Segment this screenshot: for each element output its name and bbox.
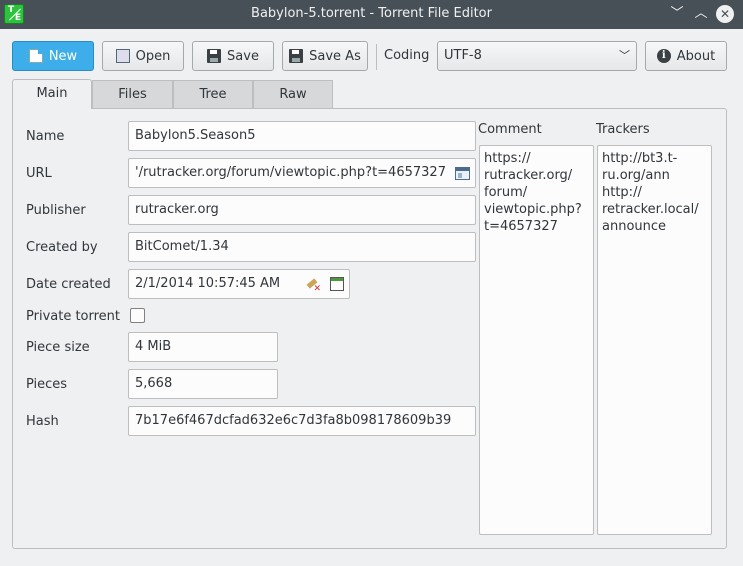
created-by-input[interactable]: BitComet/1.34 xyxy=(128,232,476,262)
trackers-label: Trackers xyxy=(596,122,650,137)
tab-tree[interactable]: Tree xyxy=(173,80,253,108)
calendar-icon xyxy=(330,277,344,291)
save-disk-icon xyxy=(207,49,222,63)
date-created-label: Date created xyxy=(26,277,111,292)
title-bar: T E Babylon-5.torrent - Torrent File Edi… xyxy=(0,0,743,29)
hash-input[interactable]: 7b17e6f467dcfad632e6c7d3fa8b098178609b39 xyxy=(128,406,476,436)
save-button-label: Save xyxy=(227,48,259,64)
coding-label: Coding xyxy=(384,48,430,63)
coding-select-value: UTF-8 xyxy=(444,48,482,63)
pieces-label: Pieces xyxy=(26,377,68,392)
name-input[interactable]: Babylon5.Season5 xyxy=(128,121,476,151)
window-title: Babylon-5.torrent - Torrent File Editor xyxy=(251,6,492,21)
coding-select[interactable]: UTF-8 ﹀ xyxy=(437,41,637,71)
url-input[interactable]: '/rutracker.org/forum/viewtopic.php?t=46… xyxy=(128,158,476,188)
new-button[interactable]: New xyxy=(12,41,94,71)
publisher-label: Publisher xyxy=(26,203,86,218)
private-torrent-label: Private torrent xyxy=(26,309,121,324)
save-as-disk-icon xyxy=(289,49,304,63)
toolbar-separator xyxy=(376,44,377,70)
new-document-icon xyxy=(28,49,43,63)
save-button[interactable]: Save xyxy=(192,41,274,71)
chevron-down-icon: ﹀ xyxy=(619,49,630,62)
publisher-input[interactable]: rutracker.org xyxy=(128,195,476,225)
about-button-label: About xyxy=(676,48,716,64)
clear-date-button[interactable] xyxy=(302,273,324,295)
browser-window-icon xyxy=(454,166,470,180)
new-button-label: New xyxy=(48,48,78,64)
save-as-button-label: Save As xyxy=(309,48,361,64)
name-label: Name xyxy=(26,129,65,144)
pieces-input[interactable]: 5,668 xyxy=(128,369,278,399)
calendar-button[interactable] xyxy=(326,273,348,295)
open-folder-icon xyxy=(115,49,130,63)
info-icon: i xyxy=(656,49,671,63)
trackers-textarea[interactable]: http://bt3.t- ru.org/ann http:// retrack… xyxy=(597,145,712,535)
hash-label: Hash xyxy=(26,414,59,429)
tab-main[interactable]: Main xyxy=(12,79,92,109)
maximize-icon[interactable]: ︿ xyxy=(692,5,710,23)
about-button[interactable]: i About xyxy=(645,41,727,71)
minimize-icon[interactable]: ﹀ xyxy=(668,5,686,23)
tab-raw[interactable]: Raw xyxy=(253,80,333,108)
open-button-label: Open xyxy=(135,48,171,64)
comment-label: Comment xyxy=(478,122,542,137)
comment-textarea[interactable]: https:// rutracker.org/ forum/ viewtopic… xyxy=(479,145,594,535)
open-url-button[interactable] xyxy=(451,162,473,184)
tab-files[interactable]: Files xyxy=(92,80,173,108)
close-icon[interactable]: ✕ xyxy=(716,5,734,23)
private-torrent-checkbox[interactable] xyxy=(130,308,145,323)
piece-size-label: Piece size xyxy=(26,340,90,355)
piece-size-input[interactable]: 4 MiB xyxy=(128,332,278,362)
open-button[interactable]: Open xyxy=(102,41,184,71)
url-label: URL xyxy=(26,166,52,181)
eraser-clear-icon xyxy=(306,277,321,294)
save-as-button[interactable]: Save As xyxy=(282,41,368,71)
created-by-label: Created by xyxy=(26,240,98,255)
